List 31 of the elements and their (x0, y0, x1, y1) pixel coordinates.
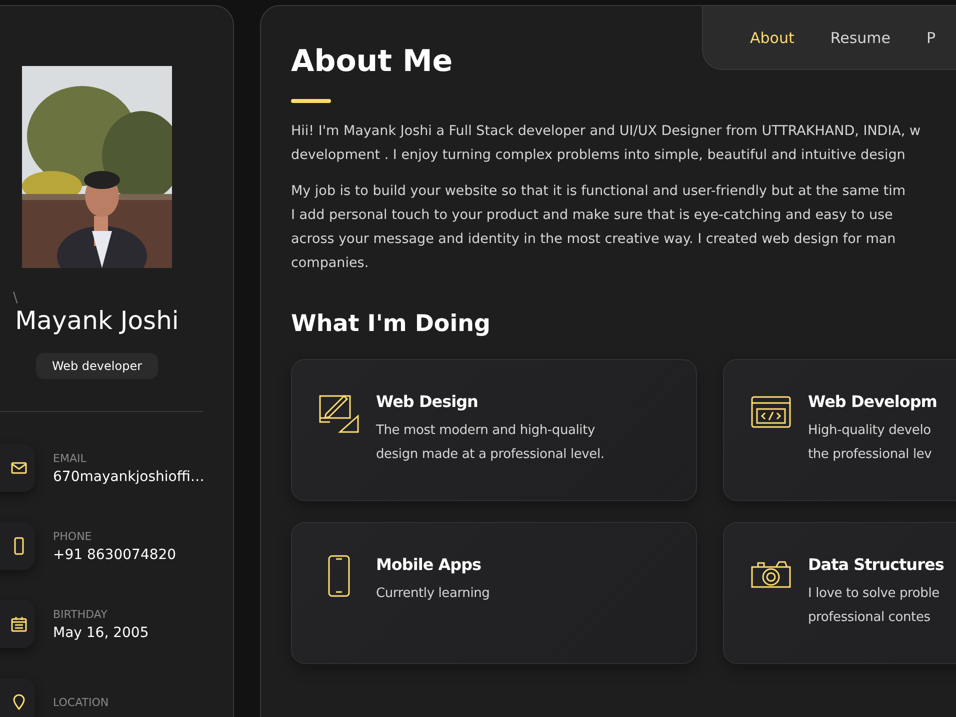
service-description: The most modern and high-quality design made at a professional level. (376, 422, 604, 464)
backslash-mark: \ (13, 290, 18, 306)
about-paragraph: My job is to build your website so that it is functional and user-friendly but at the same tim I add personal touch to your product and make sure that is eye-catching and easy to use across your message and identity in the most creative way. I created web design for man companies. (291, 182, 907, 273)
phone-icon (14, 537, 24, 555)
service-title: Web Design (376, 392, 479, 411)
mail-icon (11, 462, 27, 474)
pin-icon (13, 694, 25, 710)
contact-label: PHONE (53, 530, 93, 542)
title-underline (291, 99, 331, 103)
service-title: Data Structures (808, 555, 944, 574)
nav-link[interactable]: P (926, 28, 936, 46)
contact-label: BIRTHDAY (53, 608, 108, 620)
service-description: Currently learning (376, 585, 490, 603)
about-paragraph: Hii! I'm Mayank Joshi a Full Stack developer and UI/UX Designer from UTTRAKHAND, INDIA, w development . I enjoy turning complex problems into simple, beautiful and intuitive design (291, 122, 922, 165)
service-title: Mobile Apps (376, 555, 482, 574)
contact-value: +91 8630074820 (53, 546, 176, 562)
contact-value: May 16, 2005 (53, 624, 149, 640)
profile-name: Mayank Joshi (15, 306, 179, 335)
drafting-icon (318, 392, 360, 434)
service-description: High-quality develo the professional lev (808, 422, 933, 464)
page-title: About Me (291, 44, 454, 79)
nav-link[interactable]: About (750, 28, 794, 46)
job-title-badge: Web developer (36, 353, 158, 379)
contact-label: EMAIL (53, 452, 88, 464)
service-title: Web Developm (808, 392, 937, 411)
calendar-icon (11, 616, 27, 632)
contact-label: LOCATION (53, 696, 109, 708)
nav-link[interactable]: Resume (830, 28, 890, 46)
service-description: I love to solve proble professional contes (808, 585, 940, 627)
section-title: What I'm Doing (291, 311, 492, 337)
contact-value: 670mayankjoshioffi… (53, 468, 204, 484)
